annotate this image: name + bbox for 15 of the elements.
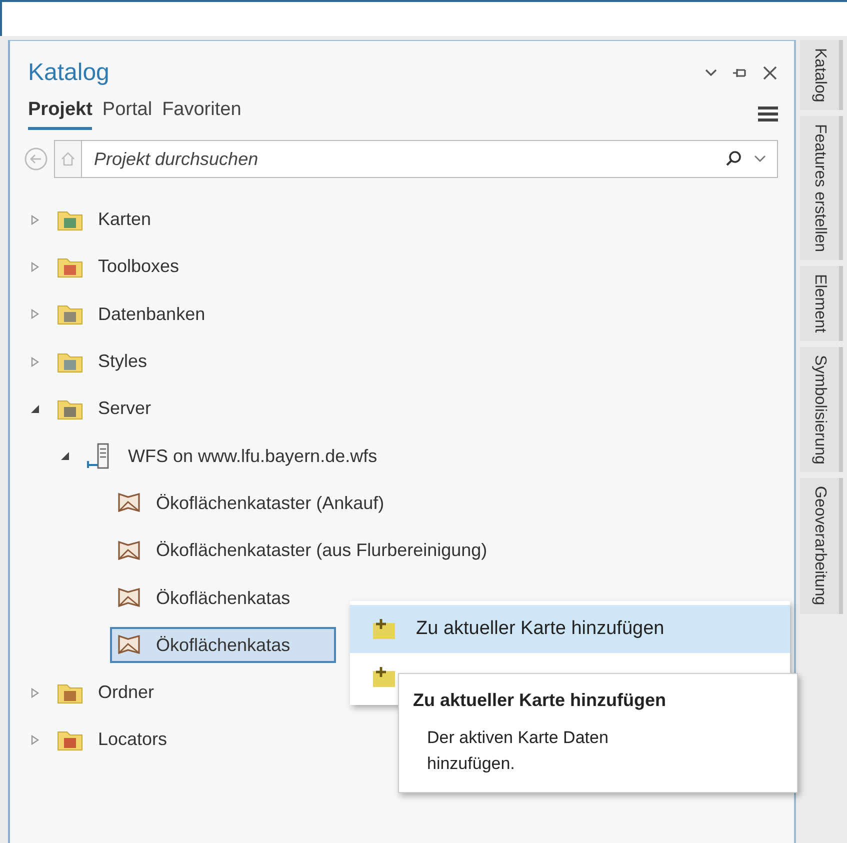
tree-label: Ökoflächenkataster (Ankauf) xyxy=(156,492,384,514)
tree-label: Datenbanken xyxy=(98,304,206,325)
tooltip-title: Zu aktueller Karte hinzufügen xyxy=(413,690,668,711)
tree-label: Toolboxes xyxy=(98,256,180,278)
tree-label: Ökoflächenkatas xyxy=(156,634,290,656)
tree-label: Karten xyxy=(98,209,152,230)
tree-label: Ordner xyxy=(98,682,154,704)
tree-label: WFS on www.lfu.bayern.de.wfs xyxy=(128,446,378,467)
tree-label: Server xyxy=(98,398,152,420)
tree-label: Ökoflächenkatas xyxy=(156,588,290,609)
tooltip-text: Der aktiven Karte Daten hinzufügen. xyxy=(426,727,610,774)
tree-label: Styles xyxy=(98,351,148,372)
tree-label: Locators xyxy=(98,729,168,750)
pane-title: Katalog xyxy=(28,59,110,87)
tree-label: Ökoflächenkataster (aus Flurbereinigung) xyxy=(156,540,488,562)
